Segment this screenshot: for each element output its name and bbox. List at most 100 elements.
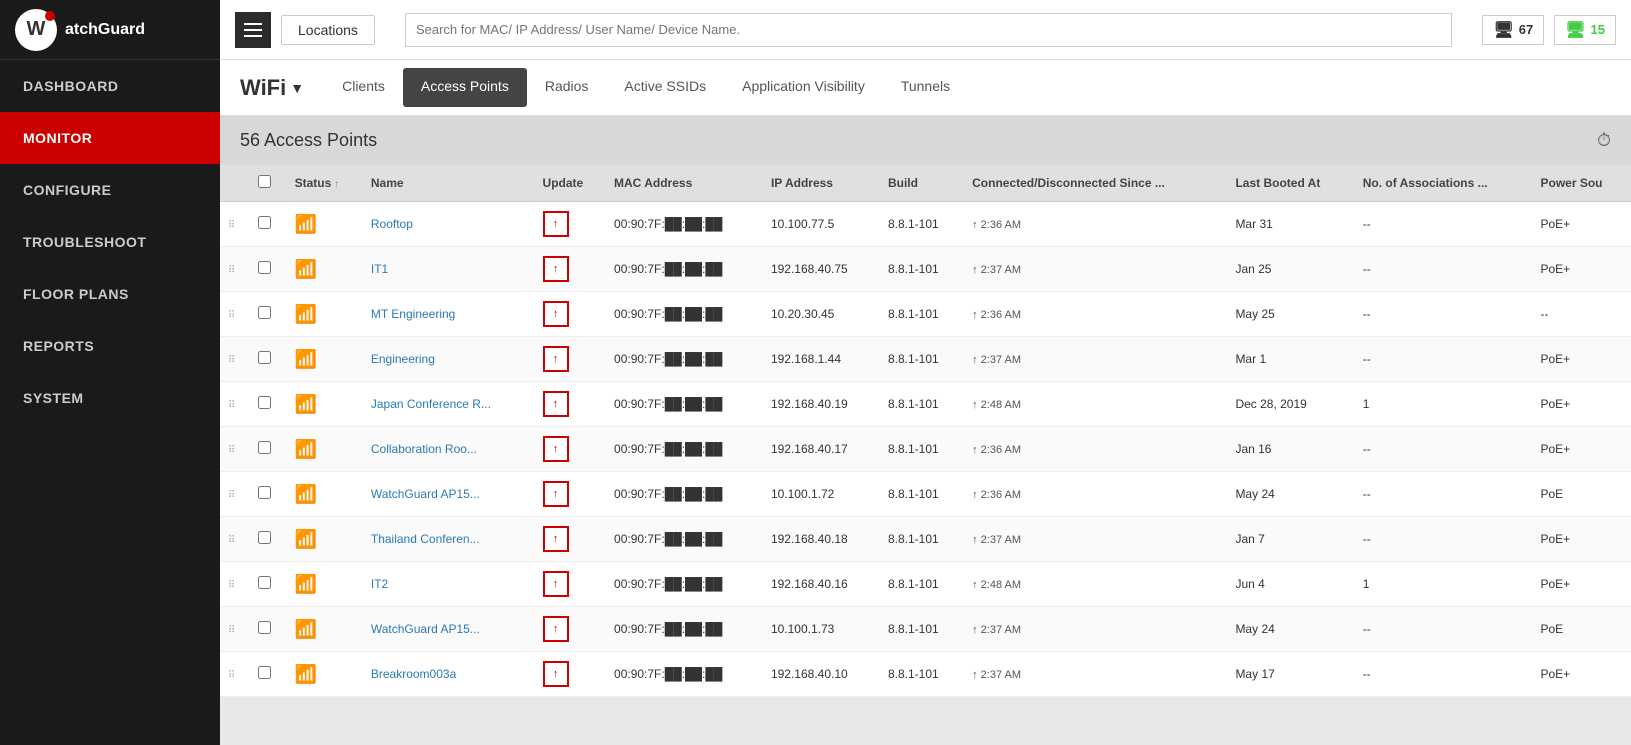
th-select-all[interactable] bbox=[250, 165, 287, 202]
name-cell[interactable]: WatchGuard AP15... bbox=[363, 472, 535, 517]
row-checkbox-cell[interactable] bbox=[250, 472, 287, 517]
update-button[interactable]: ↑ bbox=[543, 571, 569, 597]
ap-name[interactable]: IT2 bbox=[371, 577, 388, 591]
name-cell[interactable]: Japan Conference R... bbox=[363, 382, 535, 427]
name-cell[interactable]: Thailand Conferen... bbox=[363, 517, 535, 562]
th-name[interactable]: Name bbox=[363, 165, 535, 202]
th-mac[interactable]: MAC Address bbox=[606, 165, 763, 202]
th-status[interactable]: Status bbox=[287, 165, 363, 202]
row-checkbox[interactable] bbox=[258, 441, 271, 454]
update-cell[interactable]: ↑ bbox=[535, 427, 606, 472]
update-button[interactable]: ↑ bbox=[543, 436, 569, 462]
row-checkbox[interactable] bbox=[258, 306, 271, 319]
update-cell[interactable]: ↑ bbox=[535, 337, 606, 382]
row-checkbox-cell[interactable] bbox=[250, 382, 287, 427]
name-cell[interactable]: Rooftop bbox=[363, 202, 535, 247]
th-booted[interactable]: Last Booted At bbox=[1227, 165, 1354, 202]
ap-name[interactable]: IT1 bbox=[371, 262, 388, 276]
th-update[interactable]: Update bbox=[535, 165, 606, 202]
tab-app-visibility[interactable]: Application Visibility bbox=[724, 68, 883, 107]
ap-name[interactable]: Rooftop bbox=[371, 217, 413, 231]
ap-count-badge[interactable]: 🖥 67 bbox=[1482, 15, 1544, 45]
ap-name[interactable]: WatchGuard AP15... bbox=[371, 487, 480, 501]
online-count-badge[interactable]: 🖥 15 bbox=[1554, 15, 1616, 45]
ap-name[interactable]: WatchGuard AP15... bbox=[371, 622, 480, 636]
update-cell[interactable]: ↑ bbox=[535, 247, 606, 292]
export-icon[interactable]: ⏱ bbox=[1597, 130, 1611, 151]
sidebar-item-monitor[interactable]: MONITOR bbox=[0, 112, 220, 164]
sidebar-item-troubleshoot[interactable]: TROUBLESHOOT bbox=[0, 216, 220, 268]
update-cell[interactable]: ↑ bbox=[535, 202, 606, 247]
wifi-title[interactable]: WiFi ▼ bbox=[240, 75, 304, 101]
tab-tunnels[interactable]: Tunnels bbox=[883, 68, 968, 107]
update-button[interactable]: ↑ bbox=[543, 661, 569, 687]
connected-cell: ↑ 2:36 AM bbox=[964, 292, 1227, 337]
connected-cell: ↑ 2:36 AM bbox=[964, 472, 1227, 517]
row-checkbox[interactable] bbox=[258, 576, 271, 589]
tab-active-ssids[interactable]: Active SSIDs bbox=[606, 68, 724, 107]
row-checkbox-cell[interactable] bbox=[250, 427, 287, 472]
row-checkbox-cell[interactable] bbox=[250, 562, 287, 607]
name-cell[interactable]: Breakroom003a bbox=[363, 652, 535, 697]
update-cell[interactable]: ↑ bbox=[535, 382, 606, 427]
sidebar-item-dashboard[interactable]: DASHBOARD bbox=[0, 60, 220, 112]
sidebar-item-reports[interactable]: REPORTS bbox=[0, 320, 220, 372]
tab-access-points[interactable]: Access Points bbox=[403, 68, 527, 107]
ap-name[interactable]: MT Engineering bbox=[371, 307, 456, 321]
name-cell[interactable]: WatchGuard AP15... bbox=[363, 607, 535, 652]
update-cell[interactable]: ↑ bbox=[535, 517, 606, 562]
ap-name[interactable]: Breakroom003a bbox=[371, 667, 456, 681]
name-cell[interactable]: Collaboration Roo... bbox=[363, 427, 535, 472]
row-checkbox[interactable] bbox=[258, 621, 271, 634]
th-build[interactable]: Build bbox=[880, 165, 964, 202]
search-input[interactable] bbox=[405, 13, 1453, 47]
locations-button[interactable]: Locations bbox=[281, 15, 375, 45]
update-cell[interactable]: ↑ bbox=[535, 562, 606, 607]
row-checkbox-cell[interactable] bbox=[250, 247, 287, 292]
name-cell[interactable]: Engineering bbox=[363, 337, 535, 382]
sidebar-item-system[interactable]: SYSTEM bbox=[0, 372, 220, 424]
row-checkbox[interactable] bbox=[258, 351, 271, 364]
row-checkbox[interactable] bbox=[258, 666, 271, 679]
update-button[interactable]: ↑ bbox=[543, 526, 569, 552]
th-connected[interactable]: Connected/Disconnected Since ... bbox=[964, 165, 1227, 202]
row-checkbox[interactable] bbox=[258, 396, 271, 409]
sidebar-item-floor-plans[interactable]: FLOOR PLANS bbox=[0, 268, 220, 320]
name-cell[interactable]: MT Engineering bbox=[363, 292, 535, 337]
update-cell[interactable]: ↑ bbox=[535, 472, 606, 517]
update-button[interactable]: ↑ bbox=[543, 616, 569, 642]
th-assoc[interactable]: No. of Associations ... bbox=[1355, 165, 1533, 202]
ap-name[interactable]: Collaboration Roo... bbox=[371, 442, 477, 456]
row-checkbox-cell[interactable] bbox=[250, 202, 287, 247]
update-cell[interactable]: ↑ bbox=[535, 607, 606, 652]
ap-name[interactable]: Engineering bbox=[371, 352, 435, 366]
update-cell[interactable]: ↑ bbox=[535, 652, 606, 697]
select-all-checkbox[interactable] bbox=[258, 175, 271, 188]
hamburger-button[interactable] bbox=[235, 12, 271, 48]
row-checkbox-cell[interactable] bbox=[250, 517, 287, 562]
update-button[interactable]: ↑ bbox=[543, 346, 569, 372]
sidebar-item-configure[interactable]: CONFIGURE bbox=[0, 164, 220, 216]
row-checkbox-cell[interactable] bbox=[250, 292, 287, 337]
update-button[interactable]: ↑ bbox=[543, 301, 569, 327]
row-checkbox[interactable] bbox=[258, 486, 271, 499]
update-cell[interactable]: ↑ bbox=[535, 292, 606, 337]
update-button[interactable]: ↑ bbox=[543, 256, 569, 282]
ap-name[interactable]: Japan Conference R... bbox=[371, 397, 491, 411]
row-checkbox-cell[interactable] bbox=[250, 337, 287, 382]
row-checkbox-cell[interactable] bbox=[250, 652, 287, 697]
th-ip[interactable]: IP Address bbox=[763, 165, 880, 202]
name-cell[interactable]: IT1 bbox=[363, 247, 535, 292]
tab-radios[interactable]: Radios bbox=[527, 68, 607, 107]
tab-clients[interactable]: Clients bbox=[324, 68, 403, 107]
row-checkbox[interactable] bbox=[258, 531, 271, 544]
th-power[interactable]: Power Sou bbox=[1532, 165, 1631, 202]
name-cell[interactable]: IT2 bbox=[363, 562, 535, 607]
update-button[interactable]: ↑ bbox=[543, 211, 569, 237]
update-button[interactable]: ↑ bbox=[543, 481, 569, 507]
row-checkbox[interactable] bbox=[258, 216, 271, 229]
ap-name[interactable]: Thailand Conferen... bbox=[371, 532, 480, 546]
row-checkbox-cell[interactable] bbox=[250, 607, 287, 652]
update-button[interactable]: ↑ bbox=[543, 391, 569, 417]
row-checkbox[interactable] bbox=[258, 261, 271, 274]
